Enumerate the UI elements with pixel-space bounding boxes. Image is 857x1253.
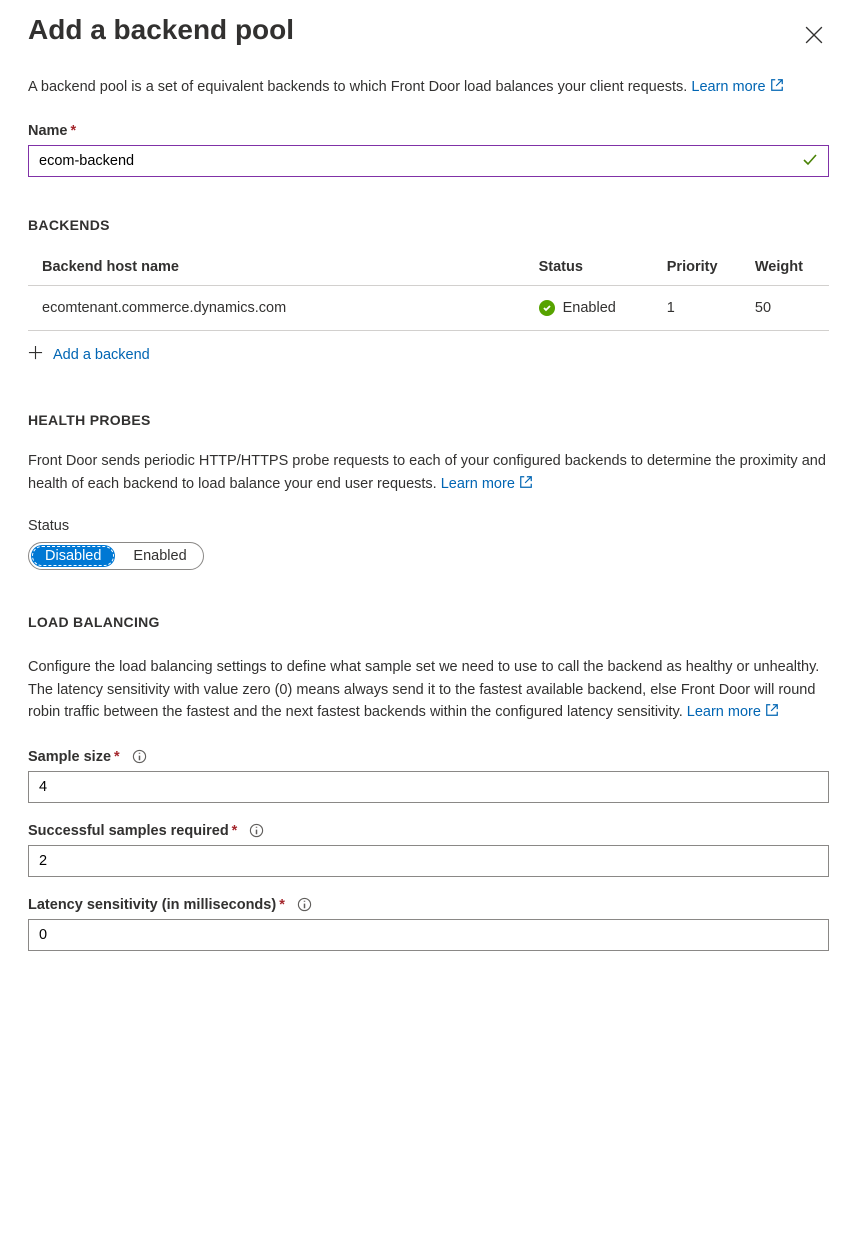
info-icon[interactable]: [132, 749, 147, 764]
status-toggle-label: Status: [28, 518, 829, 534]
load-balancing-description: Configure the load balancing settings to…: [28, 656, 829, 724]
external-link-icon: [765, 702, 779, 724]
sample-size-input[interactable]: [28, 771, 829, 803]
cell-priority: 1: [653, 286, 741, 331]
health-probes-description: Front Door sends periodic HTTP/HTTPS pro…: [28, 450, 829, 496]
status-enabled-icon: [539, 300, 555, 316]
description-text: A backend pool is a set of equivalent ba…: [28, 79, 691, 95]
required-indicator: *: [279, 897, 285, 913]
check-icon: [802, 152, 818, 171]
table-header-row: Backend host name Status Priority Weight: [28, 249, 829, 286]
health-probes-section-header: HEALTH PROBES: [28, 412, 829, 428]
hp-learn-more-link[interactable]: Learn more: [441, 476, 533, 492]
load-balancing-section-header: LOAD BALANCING: [28, 614, 829, 630]
close-icon: [805, 31, 823, 47]
table-row[interactable]: ecomtenant.commerce.dynamics.com Enabled…: [28, 286, 829, 331]
external-link-icon: [519, 474, 533, 496]
required-indicator: *: [114, 749, 120, 765]
successful-samples-input[interactable]: [28, 845, 829, 877]
add-backend-label: Add a backend: [53, 347, 150, 363]
cell-weight: 50: [741, 286, 829, 331]
lb-learn-more-link[interactable]: Learn more: [687, 704, 779, 720]
col-weight: Weight: [741, 249, 829, 286]
latency-input[interactable]: [28, 919, 829, 951]
add-backend-button[interactable]: Add a backend: [28, 345, 829, 364]
status-toggle[interactable]: Disabled Enabled: [28, 542, 204, 570]
backends-table: Backend host name Status Priority Weight…: [28, 249, 829, 331]
toggle-disabled[interactable]: Disabled: [31, 545, 115, 567]
successful-samples-label: Successful samples required*: [28, 823, 829, 839]
required-indicator: *: [71, 123, 77, 139]
col-status: Status: [525, 249, 653, 286]
hp-description-text: Front Door sends periodic HTTP/HTTPS pro…: [28, 453, 826, 491]
page-title: Add a backend pool: [28, 14, 294, 46]
page-description: A backend pool is a set of equivalent ba…: [28, 76, 829, 99]
name-input-wrapper[interactable]: [28, 145, 829, 177]
col-host: Backend host name: [28, 249, 525, 286]
name-input[interactable]: [39, 150, 802, 172]
required-indicator: *: [232, 823, 238, 839]
info-icon[interactable]: [249, 823, 264, 838]
name-field-label: Name*: [28, 123, 829, 139]
status-text: Enabled: [563, 300, 616, 316]
plus-icon: [28, 345, 43, 364]
close-button[interactable]: [799, 20, 829, 53]
toggle-enabled[interactable]: Enabled: [117, 543, 202, 569]
learn-more-link[interactable]: Learn more: [691, 79, 783, 95]
col-priority: Priority: [653, 249, 741, 286]
external-link-icon: [770, 77, 784, 99]
latency-label: Latency sensitivity (in milliseconds)*: [28, 897, 829, 913]
info-icon[interactable]: [297, 897, 312, 912]
backends-section-header: BACKENDS: [28, 217, 829, 233]
cell-status: Enabled: [525, 286, 653, 331]
sample-size-label: Sample size*: [28, 749, 829, 765]
cell-host: ecomtenant.commerce.dynamics.com: [28, 286, 525, 331]
